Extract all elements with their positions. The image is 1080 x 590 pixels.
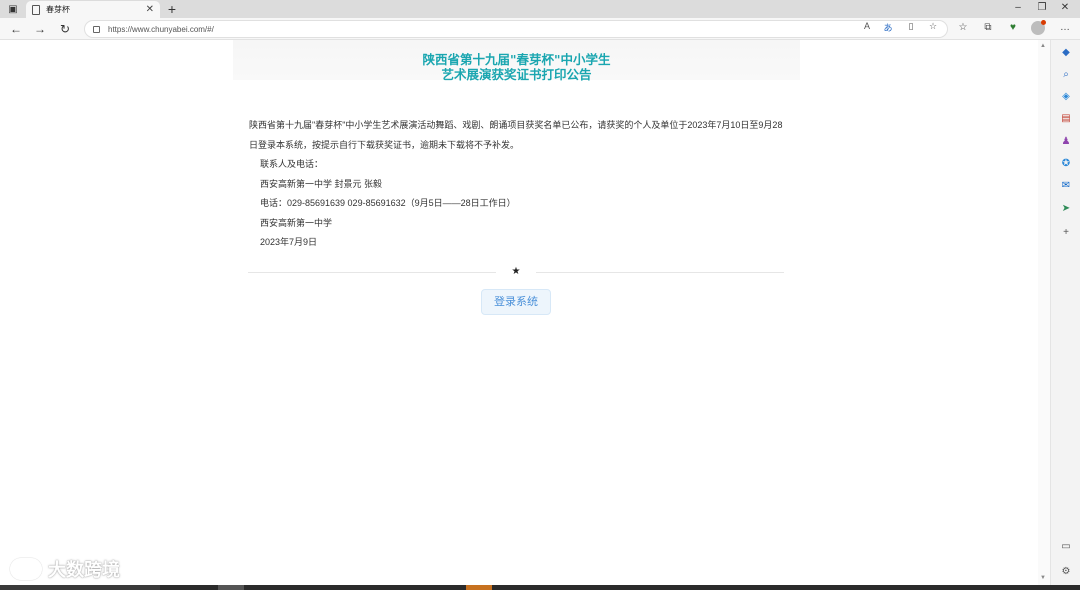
scroll-down-icon[interactable]: ▼ — [1040, 575, 1046, 581]
page-scrollbar[interactable]: ▲ ▼ — [1038, 40, 1050, 585]
browser-toolbar: ← → ↻ https://www.chunyabei.com/#/ A あ ▯… — [0, 18, 1080, 40]
taskbar-app[interactable] — [218, 585, 244, 590]
search-icon[interactable]: ⌕ — [1059, 68, 1073, 82]
announcement-date: 2023年7月9日 — [260, 237, 318, 247]
divider-line-right — [536, 272, 784, 273]
watermark-logo-icon — [10, 558, 42, 580]
login-button[interactable]: 登录系统 — [481, 289, 551, 315]
announcement-header: 陕西省第十九届"春芽杯"中小学生 艺术展演获奖证书打印公告 — [233, 40, 800, 82]
read-aloud-icon[interactable]: A — [860, 21, 874, 31]
sidebar-screen-icon[interactable]: ▭ — [1059, 540, 1073, 554]
taskbar-app-active[interactable] — [466, 585, 492, 590]
taskbar-segment — [0, 585, 160, 590]
restore-icon[interactable]: ❐ — [1035, 2, 1049, 13]
url-text[interactable]: https://www.chunyabei.com/#/ — [108, 25, 214, 34]
browser-essentials-icon[interactable]: ♥ — [1006, 22, 1020, 33]
collections-icon[interactable]: ⧉ — [981, 22, 995, 33]
contact-people: 西安高新第一中学 封景元 张毅 — [260, 178, 383, 189]
copilot-icon[interactable]: ◆ — [1059, 46, 1073, 60]
tab-actions-icon[interactable]: ▣ — [6, 3, 20, 15]
back-icon[interactable]: ← — [8, 21, 24, 37]
sidebar-settings-icon[interactable]: ⚙ — [1059, 565, 1073, 579]
section-divider: ★ — [248, 266, 784, 278]
page-icon — [32, 4, 40, 15]
contact-phone: 电话：029-85691639 029-85691632（9月5日——28日工作… — [260, 198, 516, 208]
announcement-paragraph: 陕西省第十九届"春芽杯"中小学生艺术展演活动舞蹈、戏剧、朗诵项目获奖名单已公布，… — [249, 120, 783, 150]
forward-icon[interactable]: → — [32, 21, 48, 37]
star-icon: ★ — [511, 266, 521, 277]
tools-briefcase-icon[interactable]: ▤ — [1059, 112, 1073, 126]
watermark-text: 大数跨境 — [48, 560, 120, 581]
organization: 西安高新第一中学 — [260, 217, 333, 228]
page-title-line1: 陕西省第十九届"春芽杯"中小学生 — [422, 52, 611, 67]
close-tab-icon[interactable]: ✕ — [146, 4, 154, 15]
drop-icon[interactable]: ➤ — [1059, 202, 1073, 216]
close-window-icon[interactable]: ✕ — [1058, 2, 1072, 13]
address-bar[interactable]: https://www.chunyabei.com/#/ — [84, 20, 948, 38]
favorites-icon[interactable]: ☆ — [956, 22, 970, 33]
outlook-icon[interactable]: ✉ — [1059, 179, 1073, 193]
microsoft-365-icon[interactable]: ✪ — [1059, 157, 1073, 171]
page-title-line2: 艺术展演获奖证书打印公告 — [441, 67, 592, 82]
more-menu-icon[interactable]: … — [1058, 22, 1072, 33]
announcement-body: 陕西省第十九届"春芽杯"中小学生艺术展演活动舞蹈、戏剧、朗诵项目获奖名单已公布，… — [249, 116, 789, 253]
browser-tab[interactable]: 春芽杯 ✕ — [26, 1, 160, 18]
minimize-icon[interactable]: – — [1011, 2, 1025, 13]
contact-label: 联系人及电话： — [260, 159, 324, 169]
tab-title: 春芽杯 — [46, 5, 70, 14]
shopping-tag-icon[interactable]: ◈ — [1059, 90, 1073, 104]
notification-dot — [1041, 20, 1046, 25]
translate-icon[interactable]: あ — [881, 21, 895, 34]
games-icon[interactable]: ♟ — [1059, 135, 1073, 149]
os-taskbar — [0, 585, 1080, 590]
favorite-star-icon[interactable]: ☆ — [926, 21, 940, 32]
divider-line-left — [248, 272, 496, 273]
watermark: 大数跨境 — [10, 556, 120, 582]
lock-icon[interactable] — [93, 25, 100, 33]
reader-view-icon[interactable]: ▯ — [904, 21, 918, 32]
scroll-up-icon[interactable]: ▲ — [1040, 43, 1046, 49]
tab-strip: ▣ 春芽杯 ✕ + – ❐ ✕ — [0, 0, 1080, 18]
refresh-icon[interactable]: ↻ — [57, 21, 73, 37]
edge-sidebar: ◆ ⌕ ◈ ▤ ♟ ✪ ✉ ➤ + ▭ ⚙ — [1050, 40, 1080, 585]
announcement-page: 陕西省第十九届"春芽杯"中小学生 艺术展演获奖证书打印公告 陕西省第十九届"春芽… — [233, 40, 800, 315]
new-tab-button[interactable]: + — [164, 1, 180, 17]
add-sidebar-app-icon[interactable]: + — [1059, 226, 1073, 240]
